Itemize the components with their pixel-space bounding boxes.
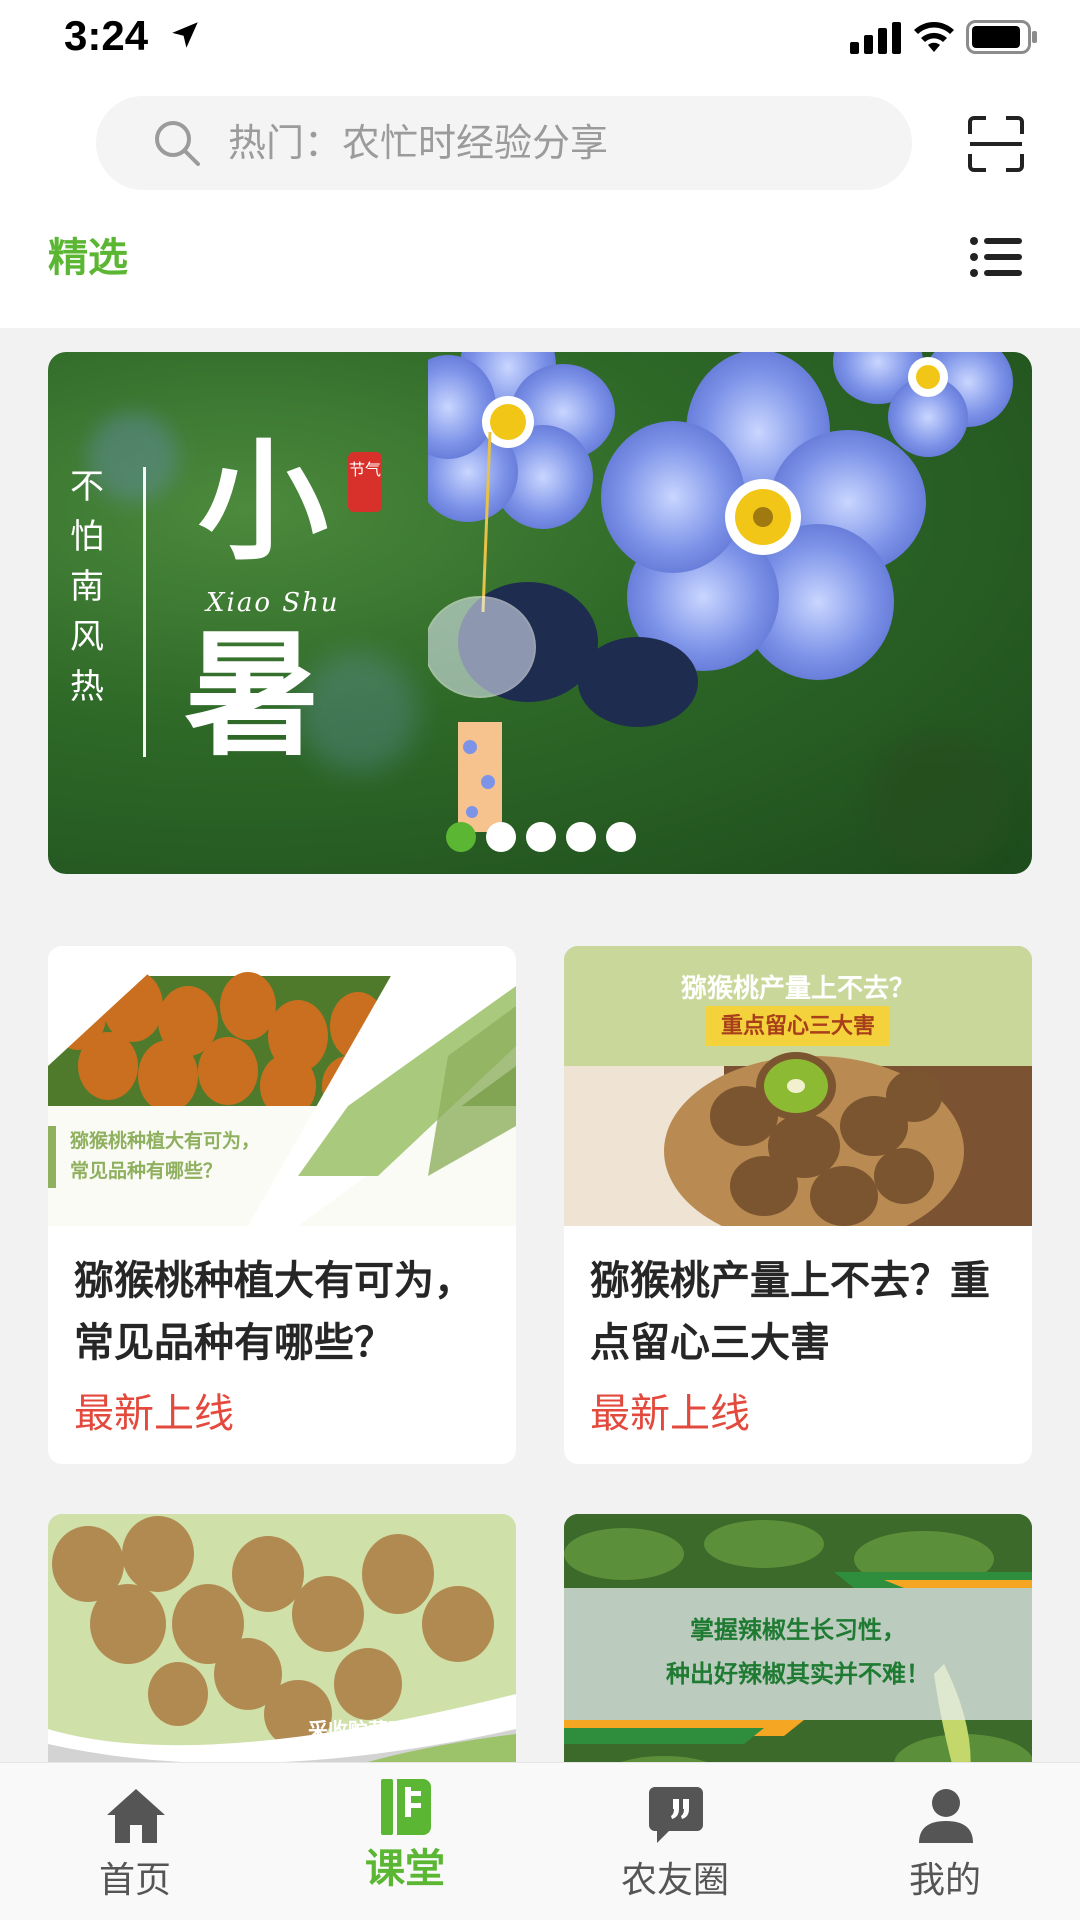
user-icon xyxy=(919,1789,973,1843)
card-thumbnail: 猕猴桃产量上不去？ 重点留心三大害 xyxy=(564,946,1032,1226)
card-title: 猕猴桃种植大有可为，常见品种有哪些？ xyxy=(74,1258,474,1366)
thumbnail-caption-1: 掌握辣椒生长习性， xyxy=(690,1615,906,1644)
thumbnail-caption-1: 采收贮藏两步曲， xyxy=(308,1718,468,1742)
banner-pinyin: Xiao Shu xyxy=(206,588,340,618)
carousel-dot[interactable] xyxy=(526,822,556,852)
card-thumbnail: 猕猴桃种植大有可为， 常见品种有哪些？ xyxy=(48,946,516,1226)
cellular-signal-icon xyxy=(850,22,901,54)
nav-tab-community[interactable]: 农友圈 xyxy=(540,1763,810,1920)
carousel-dot[interactable] xyxy=(606,822,636,852)
thumbnail-caption-1: 猕猴桃种植大有可为， xyxy=(70,1130,261,1152)
carousel-dot[interactable] xyxy=(486,822,516,852)
nav-label: 农友圈 xyxy=(620,1860,729,1901)
thumbnail-caption-2: 种出好辣椒其实并不难！ xyxy=(666,1659,930,1688)
status-bar: 3:24 xyxy=(0,0,1080,80)
status-time: 3:24 xyxy=(64,12,149,59)
list-menu-icon[interactable] xyxy=(970,236,1022,278)
card-badge: 最新上线 xyxy=(590,1391,750,1437)
course-card[interactable]: 猕猴桃种植大有可为， 常见品种有哪些？ 猕猴桃种植大有可为，常见品种有哪些？ 最… xyxy=(48,946,516,1464)
nav-tab-classroom[interactable]: 课堂 xyxy=(270,1763,540,1920)
banner-carousel[interactable]: 不怕南风热 小 节气 Xiao Shu 暑 xyxy=(48,352,1032,874)
thumbnail-caption-2: 重点留心三大害 xyxy=(706,1006,890,1046)
chat-quote-icon xyxy=(649,1787,703,1843)
banner-title-char-2: 暑 xyxy=(184,615,320,775)
banner-title-char-1: 小 xyxy=(198,425,329,578)
scan-icon[interactable] xyxy=(966,114,1026,174)
banner-vertical-text: 不怕南风热 xyxy=(70,467,104,707)
banner-seal: 节气 xyxy=(348,452,382,512)
notebook-icon xyxy=(381,1779,431,1835)
bottom-tab-bar: 首页 课堂 农友圈 我的 xyxy=(0,1762,1080,1920)
nav-label: 首页 xyxy=(98,1860,171,1901)
battery-icon xyxy=(966,20,1037,54)
location-arrow-icon xyxy=(172,22,198,48)
course-card[interactable]: 猕猴桃产量上不去？ 重点留心三大害 猕猴桃产量上不去？重点留心三大害 最新上线 xyxy=(564,946,1032,1464)
home-icon xyxy=(107,1789,165,1843)
wifi-icon xyxy=(914,22,954,52)
tab-featured[interactable]: 精选 xyxy=(48,232,128,284)
card-badge: 最新上线 xyxy=(74,1391,234,1437)
thumbnail-caption-2: 常见品种有哪些？ xyxy=(70,1160,223,1182)
nav-label: 课堂 xyxy=(365,1846,445,1892)
search-bar[interactable]: 热门：农忙时经验分享 xyxy=(96,96,912,190)
search-placeholder: 热门：农忙时经验分享 xyxy=(228,121,609,165)
nav-tab-home[interactable]: 首页 xyxy=(0,1763,270,1920)
forget-me-not-flowers-image xyxy=(428,352,1013,832)
carousel-dot[interactable] xyxy=(566,822,596,852)
banner-divider xyxy=(143,467,146,757)
thumbnail-caption-1: 猕猴桃产量上不去？ xyxy=(680,974,915,1004)
search-icon xyxy=(155,121,200,166)
nav-tab-profile[interactable]: 我的 xyxy=(810,1763,1080,1920)
carousel-dot[interactable] xyxy=(446,822,476,852)
nav-label: 我的 xyxy=(908,1860,981,1901)
card-title: 猕猴桃产量上不去？重点留心三大害 xyxy=(590,1258,990,1366)
